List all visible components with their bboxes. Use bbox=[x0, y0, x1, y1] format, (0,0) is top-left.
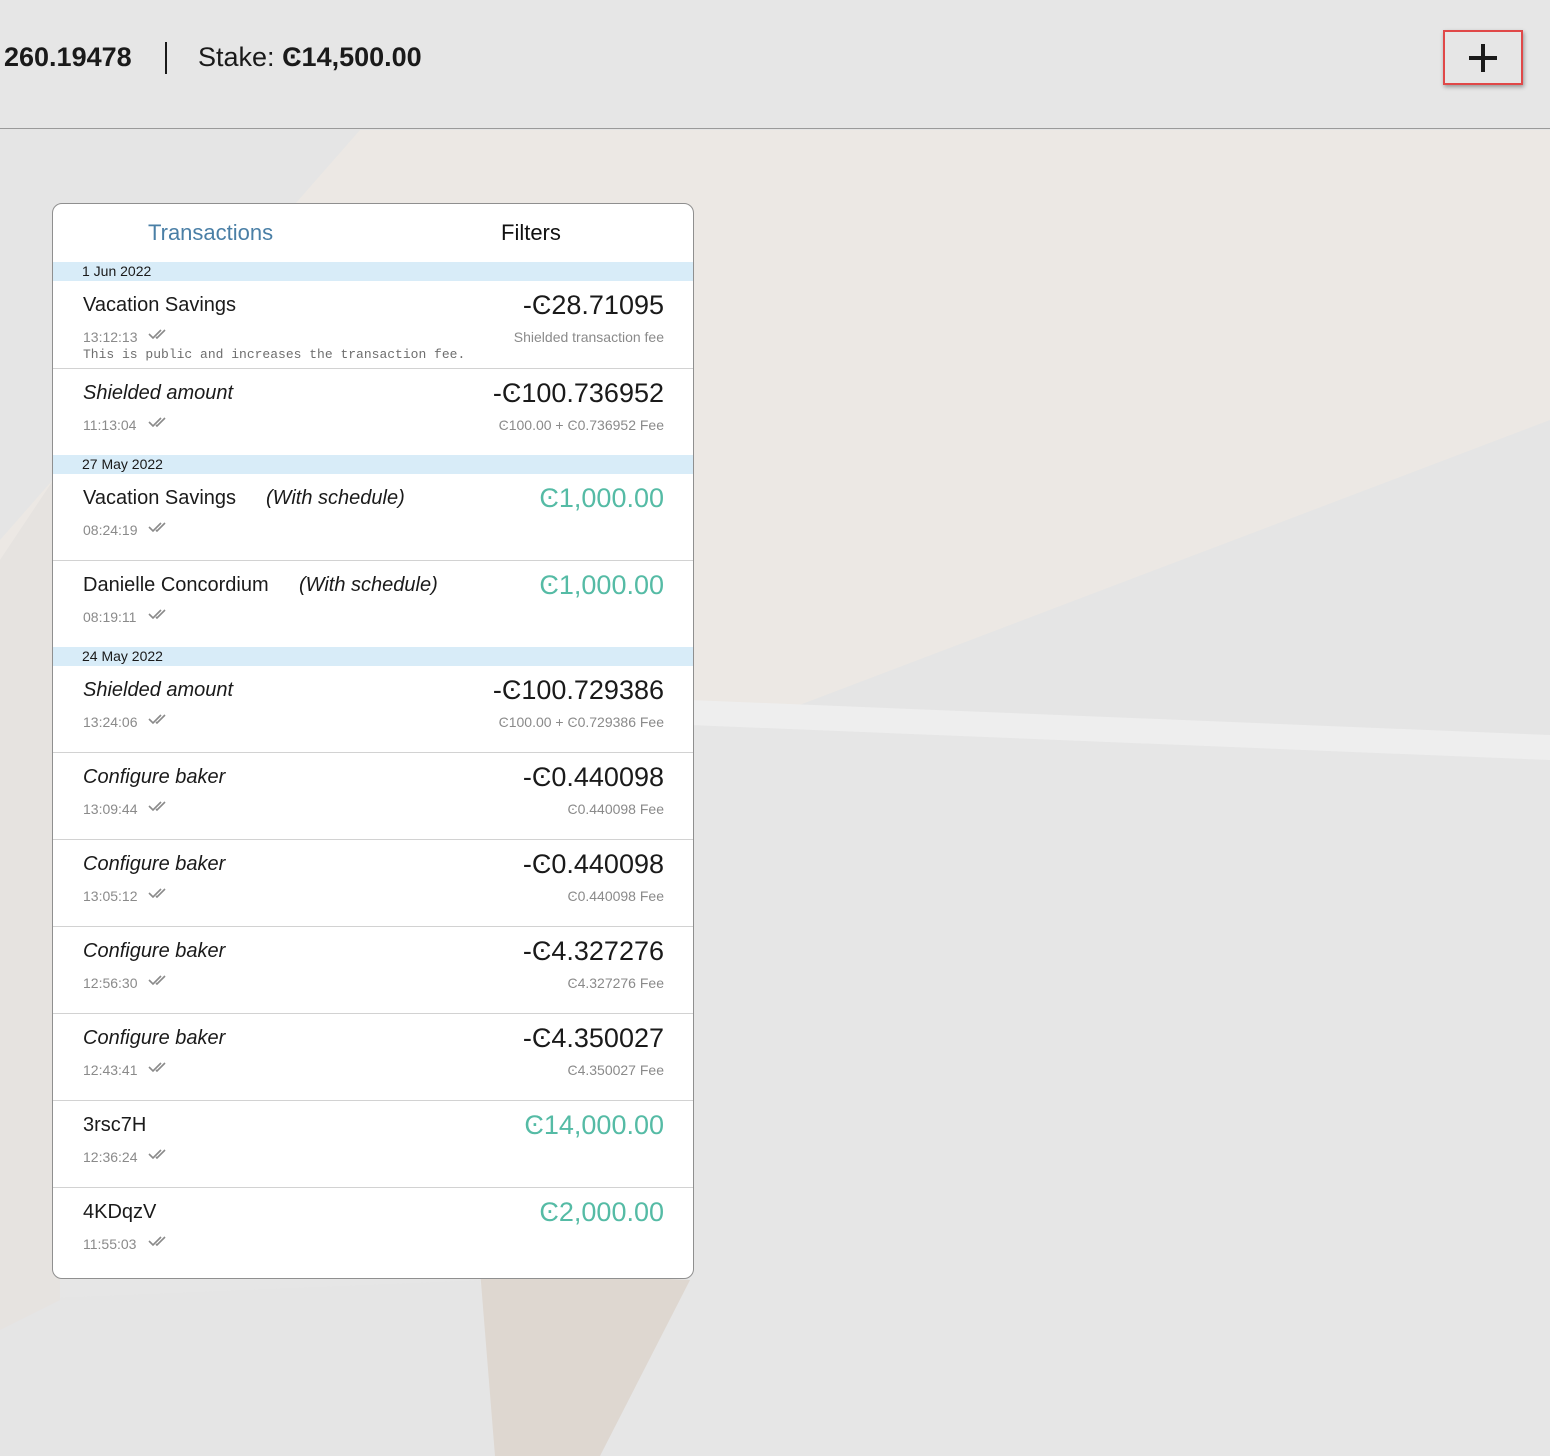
transaction-amount: -Ͼ0.440098 bbox=[522, 849, 664, 879]
transaction-amount: -Ͼ4.327276 bbox=[522, 936, 664, 966]
transaction-row[interactable]: 4KDqzV 11:55:03 Ͼ2,000.00 bbox=[53, 1188, 693, 1274]
transaction-title: Danielle Concordium bbox=[83, 574, 269, 596]
transaction-time: 12:43:41 bbox=[83, 1062, 138, 1078]
transaction-amount: -Ͼ100.729386 bbox=[492, 675, 664, 705]
transaction-amount: -Ͼ0.440098 bbox=[522, 762, 664, 792]
transaction-memo: This is public and increases the transac… bbox=[83, 347, 466, 362]
transaction-amount: -Ͼ28.71095 bbox=[522, 290, 664, 320]
schedule-label: (With schedule) bbox=[299, 574, 438, 596]
transaction-title: Vacation Savings bbox=[83, 487, 237, 509]
tab-filters[interactable]: Filters bbox=[501, 220, 561, 246]
double-check-icon bbox=[148, 1062, 166, 1073]
transaction-title: Configure baker bbox=[83, 940, 226, 962]
account-balance: 260.19478 bbox=[4, 42, 132, 72]
transaction-fee: Ͼ0.440098 Fee bbox=[567, 888, 664, 904]
transaction-time: 13:12:13 bbox=[83, 329, 138, 345]
tab-transactions[interactable]: Transactions bbox=[148, 220, 273, 246]
schedule-label: (With schedule) bbox=[266, 487, 405, 509]
transaction-row[interactable]: Configure baker 12:43:41 -Ͼ4.350027 Ͼ4.3500… bbox=[53, 1014, 693, 1101]
transaction-amount: Ͼ1,000.00 bbox=[539, 570, 664, 600]
double-check-icon bbox=[148, 329, 166, 340]
transaction-fee: Ͼ100.00 + Ͼ0.729386 Fee bbox=[498, 714, 664, 730]
transaction-row[interactable]: Configure baker 13:05:12 -Ͼ0.440098 Ͼ0.4400… bbox=[53, 840, 693, 927]
transaction-amount: Ͼ14,000.00 bbox=[524, 1110, 664, 1140]
double-check-icon bbox=[148, 888, 166, 899]
transaction-time: 12:36:24 bbox=[83, 1149, 138, 1165]
transaction-title: Configure baker bbox=[83, 766, 226, 788]
transaction-title: Shielded amount bbox=[83, 382, 234, 404]
double-check-icon bbox=[148, 1149, 166, 1160]
plus-icon bbox=[1469, 43, 1497, 72]
double-check-icon bbox=[148, 522, 166, 533]
transaction-time: 11:55:03 bbox=[83, 1236, 137, 1252]
date-header: 24 May 2022 bbox=[53, 647, 693, 666]
transaction-row[interactable]: Vacation Savings (With schedule) 08:24:19 Ͼ… bbox=[53, 474, 693, 561]
stake-info: Stake: Ͼ14,500.00 bbox=[198, 42, 422, 73]
transaction-time: 13:09:44 bbox=[83, 801, 138, 817]
double-check-icon bbox=[148, 975, 166, 986]
transaction-fee: Shielded transaction fee bbox=[513, 329, 664, 345]
transaction-time: 13:24:06 bbox=[83, 714, 138, 730]
transaction-fee: Ͼ100.00 + Ͼ0.736952 Fee bbox=[498, 417, 664, 433]
stake-value: Ͼ14,500.00 bbox=[282, 42, 422, 72]
transaction-fee: Ͼ4.350027 Fee bbox=[567, 1062, 664, 1078]
transaction-time: 13:05:12 bbox=[83, 888, 138, 904]
transaction-amount: Ͼ2,000.00 bbox=[539, 1197, 664, 1227]
transaction-row[interactable]: Shielded amount 11:13:04 -Ͼ100.736952 Ͼ100.… bbox=[53, 369, 693, 455]
transaction-title: 4KDqzV bbox=[83, 1201, 157, 1223]
transaction-time: 08:19:11 bbox=[83, 609, 137, 625]
stake-label: Stake: bbox=[198, 42, 275, 72]
double-check-icon bbox=[148, 1236, 166, 1247]
date-header: 1 Jun 2022 bbox=[53, 262, 693, 281]
transaction-time: 12:56:30 bbox=[83, 975, 138, 991]
transaction-row[interactable]: Vacation Savings 13:12:13 -Ͼ28.71095 Shield… bbox=[53, 281, 693, 369]
date-header: 27 May 2022 bbox=[53, 455, 693, 474]
transaction-list: 1 Jun 2022 Vacation Savings 13:12:13 -Ͼ28.7… bbox=[53, 262, 693, 1274]
transaction-row[interactable]: Shielded amount 13:24:06 -Ͼ100.729386 Ͼ100.… bbox=[53, 666, 693, 753]
account-header: 260.19478 Stake: Ͼ14,500.00 bbox=[0, 0, 1550, 129]
transaction-fee: Ͼ4.327276 Fee bbox=[567, 975, 664, 991]
transaction-title: Vacation Savings bbox=[83, 294, 237, 316]
double-check-icon bbox=[148, 417, 166, 428]
double-check-icon bbox=[148, 801, 166, 812]
transaction-title: Configure baker bbox=[83, 1027, 226, 1049]
double-check-icon bbox=[148, 714, 166, 725]
transaction-amount: Ͼ1,000.00 bbox=[539, 483, 664, 513]
transaction-time: 11:13:04 bbox=[83, 417, 137, 433]
transaction-row[interactable]: Configure baker 13:09:44 -Ͼ0.440098 Ͼ0.4400… bbox=[53, 753, 693, 840]
header-divider bbox=[165, 42, 167, 74]
transaction-row[interactable]: Configure baker 12:56:30 -Ͼ4.327276 Ͼ4.3272… bbox=[53, 927, 693, 1014]
transaction-amount: -Ͼ4.350027 bbox=[522, 1023, 664, 1053]
panel-tabs: Transactions Filters bbox=[53, 204, 693, 262]
add-account-button[interactable] bbox=[1443, 30, 1523, 85]
transaction-title: Shielded amount bbox=[83, 679, 234, 701]
transactions-panel: Transactions Filters 1 Jun 2022 Vacation … bbox=[52, 203, 694, 1279]
transaction-title: Configure baker bbox=[83, 853, 226, 875]
double-check-icon bbox=[148, 609, 166, 620]
transaction-fee: Ͼ0.440098 Fee bbox=[567, 801, 664, 817]
transaction-row[interactable]: 3rsc7H 12:36:24 Ͼ14,000.00 bbox=[53, 1101, 693, 1188]
transaction-title: 3rsc7H bbox=[83, 1114, 147, 1136]
transaction-time: 08:24:19 bbox=[83, 522, 138, 538]
transaction-amount: -Ͼ100.736952 bbox=[492, 378, 664, 408]
transaction-row[interactable]: Danielle Concordium (With schedule) 08:19:… bbox=[53, 561, 693, 647]
